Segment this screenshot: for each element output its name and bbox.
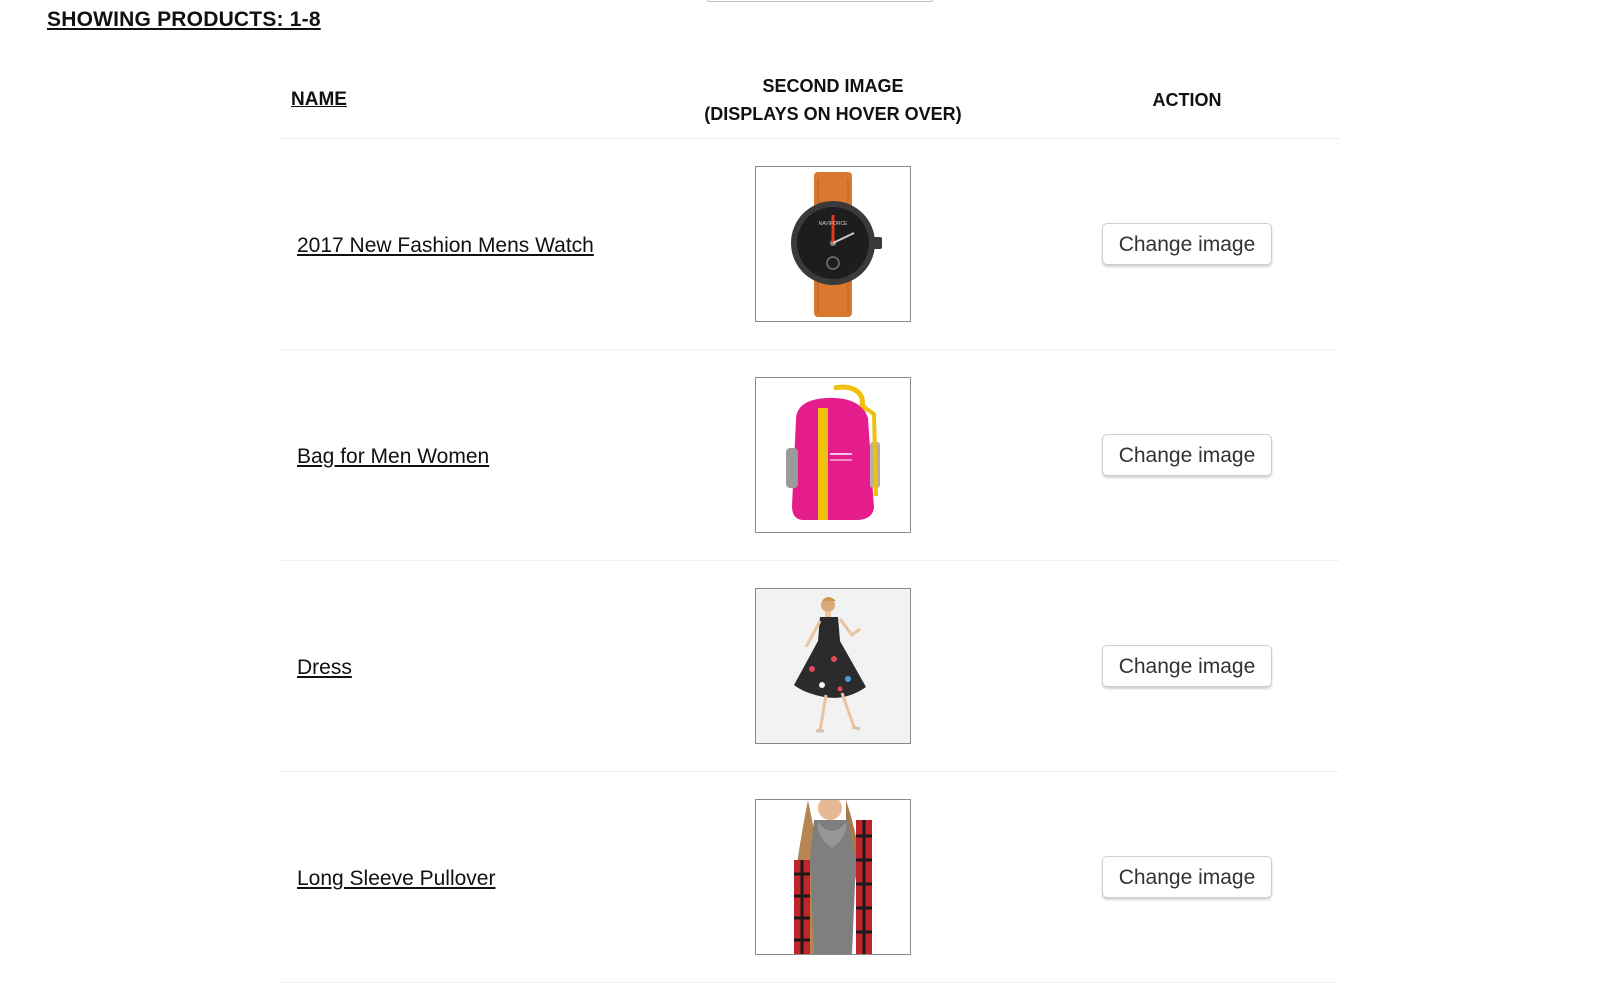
product-name-link[interactable]: Dress: [297, 656, 352, 679]
second-image-column-header: SECOND IMAGE (DISPLAYS ON HOVER OVER): [631, 72, 1035, 128]
product-name-link[interactable]: Bag for Men Women: [297, 445, 489, 468]
backpack-image: [755, 377, 911, 533]
table-header-row: NAME SECOND IMAGE (DISPLAYS ON HOVER OVE…: [281, 62, 1339, 139]
showing-products-heading[interactable]: SHOWING PRODUCTS: 1-8: [47, 8, 321, 32]
pullover-image: [755, 799, 911, 955]
action-cell: Change image: [1035, 645, 1339, 687]
product-image-cell: NAVIFORCE: [631, 166, 1035, 322]
second-image-header-line2: (DISPLAYS ON HOVER OVER): [704, 104, 962, 124]
table-row: Bag for Men Women Change image: [281, 350, 1339, 561]
product-name-link[interactable]: 2017 New Fashion Mens Watch: [297, 234, 594, 257]
dress-image: [755, 588, 911, 744]
change-image-button[interactable]: Change image: [1101, 434, 1273, 476]
product-name-cell: Long Sleeve Pullover: [281, 865, 631, 890]
svg-text:NAVIFORCE: NAVIFORCE: [819, 221, 848, 227]
change-image-button[interactable]: Change image: [1101, 856, 1273, 898]
product-name-cell: 2017 New Fashion Mens Watch: [281, 232, 631, 257]
name-sort-link[interactable]: NAME: [291, 89, 347, 110]
second-image-header-line1: SECOND IMAGE: [762, 76, 904, 96]
table-row: Dress Change image: [281, 561, 1339, 772]
change-image-button[interactable]: Change image: [1101, 223, 1273, 265]
action-cell: Change image: [1035, 434, 1339, 476]
action-header-label: ACTION: [1152, 89, 1222, 110]
table-row: 2017 New Fashion Mens Watch NAVIFORCE Ch…: [281, 139, 1339, 350]
table-row: Long Sleeve Pullover Change image: [281, 772, 1339, 983]
watch-image: NAVIFORCE: [755, 166, 911, 322]
top-search-input[interactable]: [706, 0, 934, 2]
product-name-cell: Dress: [281, 654, 631, 679]
product-image-cell: [631, 588, 1035, 744]
action-cell: Change image: [1035, 856, 1339, 898]
name-column-header: NAME: [281, 89, 631, 111]
product-name-link[interactable]: Long Sleeve Pullover: [297, 867, 495, 890]
products-table: NAME SECOND IMAGE (DISPLAYS ON HOVER OVE…: [281, 62, 1339, 983]
change-image-button[interactable]: Change image: [1101, 645, 1273, 687]
product-name-cell: Bag for Men Women: [281, 443, 631, 468]
product-image-cell: [631, 799, 1035, 955]
action-cell: Change image: [1035, 223, 1339, 265]
action-column-header: ACTION: [1035, 90, 1339, 111]
product-image-cell: [631, 377, 1035, 533]
